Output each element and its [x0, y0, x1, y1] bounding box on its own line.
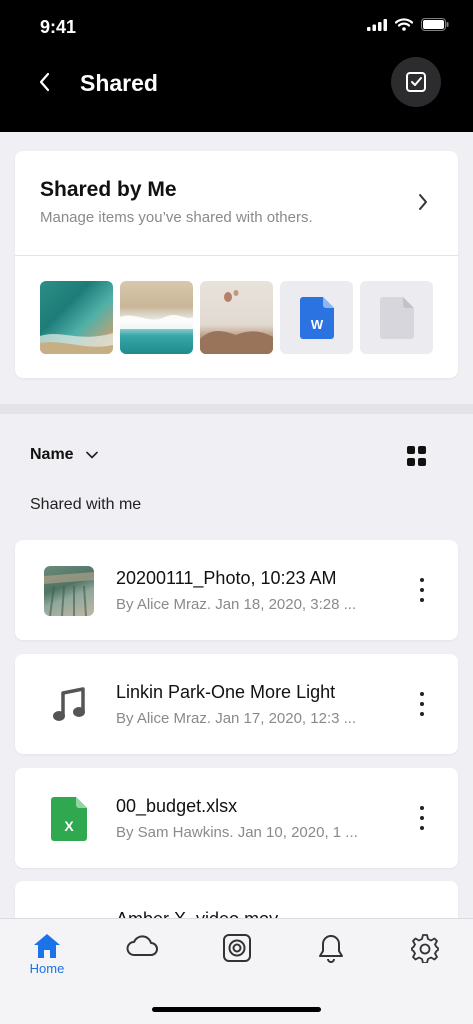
status-time: 9:41 — [40, 17, 77, 37]
sort-dropdown[interactable]: Name — [30, 446, 98, 464]
excel-icon: X — [43, 793, 95, 845]
chevron-left-icon — [39, 72, 50, 92]
divider — [15, 255, 458, 256]
tab-cloud[interactable] — [112, 933, 172, 957]
file-name: 00_budget.xlsx — [116, 796, 238, 816]
shared-by-me-card[interactable]: Shared by Me Manage items you’ve shared … — [15, 151, 458, 378]
tab-home[interactable]: Home — [17, 933, 77, 976]
shared-thumbnails: W — [40, 281, 433, 354]
more-options-button[interactable] — [414, 578, 430, 602]
wave-photo-image — [120, 315, 193, 329]
file-item[interactable]: 20200111_Photo, 10:23 AM By Alice Mraz. … — [15, 540, 458, 640]
status-icons — [367, 18, 449, 31]
cloud-icon — [126, 935, 158, 956]
shared-by-me-title: Shared by Me — [40, 178, 177, 201]
file-item[interactable]: Linkin Park-One More Light By Alice Mraz… — [15, 654, 458, 754]
tab-label-home: Home — [29, 961, 65, 976]
excel-badge-letter: X — [64, 818, 74, 834]
chevron-right-icon[interactable] — [418, 193, 428, 211]
battery-icon — [421, 18, 449, 31]
sort-label: Name — [30, 446, 74, 463]
tab-settings[interactable] — [395, 933, 455, 963]
tab-photos[interactable] — [207, 933, 267, 963]
gear-icon — [411, 934, 439, 963]
back-button[interactable] — [28, 70, 60, 94]
photos-icon — [223, 934, 251, 962]
more-options-button[interactable] — [414, 692, 430, 716]
shared-by-me-subtitle: Manage items you’ve shared with others. — [40, 209, 313, 226]
wifi-icon — [395, 18, 413, 31]
grid-view-icon[interactable] — [407, 446, 427, 466]
section-label: Shared with me — [30, 496, 142, 513]
chevron-down-icon — [85, 451, 98, 459]
file-name: Linkin Park-One More Light — [116, 682, 336, 702]
word-document-icon: W — [299, 296, 334, 339]
file-meta: By Sam Hawkins. Jan 10, 2020, 1 ... — [116, 824, 358, 841]
document-icon — [379, 296, 414, 339]
word-document-thumbnail[interactable]: W — [280, 281, 353, 354]
music-note-icon — [43, 679, 95, 731]
photo-image — [44, 572, 94, 617]
word-badge-letter: W — [310, 317, 323, 332]
checkbox-icon — [406, 72, 426, 92]
cellular-signal-icon — [367, 18, 387, 31]
bell-icon — [319, 935, 343, 963]
file-item[interactable]: X 00_budget.xlsx By Sam Hawkins. Jan 10,… — [15, 768, 458, 868]
desert-photo-thumbnail[interactable] — [200, 281, 273, 354]
file-name: 20200111_Photo, 10:23 AM — [116, 568, 337, 588]
photo-thumbnail — [43, 565, 95, 617]
section-separator — [0, 404, 473, 414]
home-icon — [34, 934, 60, 958]
nav-bar: Shared — [0, 56, 473, 132]
file-meta: By Alice Mraz. Jan 18, 2020, 3:28 ... — [116, 596, 357, 613]
desert-photo-image — [200, 290, 273, 354]
more-options-button[interactable] — [414, 806, 430, 830]
ocean-photo-image — [40, 333, 113, 354]
select-mode-button[interactable] — [391, 57, 441, 107]
ocean-photo-thumbnail[interactable] — [40, 281, 113, 354]
page-title: Shared — [80, 70, 158, 96]
home-indicator — [152, 1007, 321, 1012]
wave-photo-thumbnail[interactable] — [120, 281, 193, 354]
file-meta: By Alice Mraz. Jan 17, 2020, 12:3 ... — [116, 710, 357, 727]
status-bar: 9:41 — [0, 0, 473, 56]
generic-document-thumbnail[interactable] — [360, 281, 433, 354]
tab-notifications[interactable] — [301, 933, 361, 963]
